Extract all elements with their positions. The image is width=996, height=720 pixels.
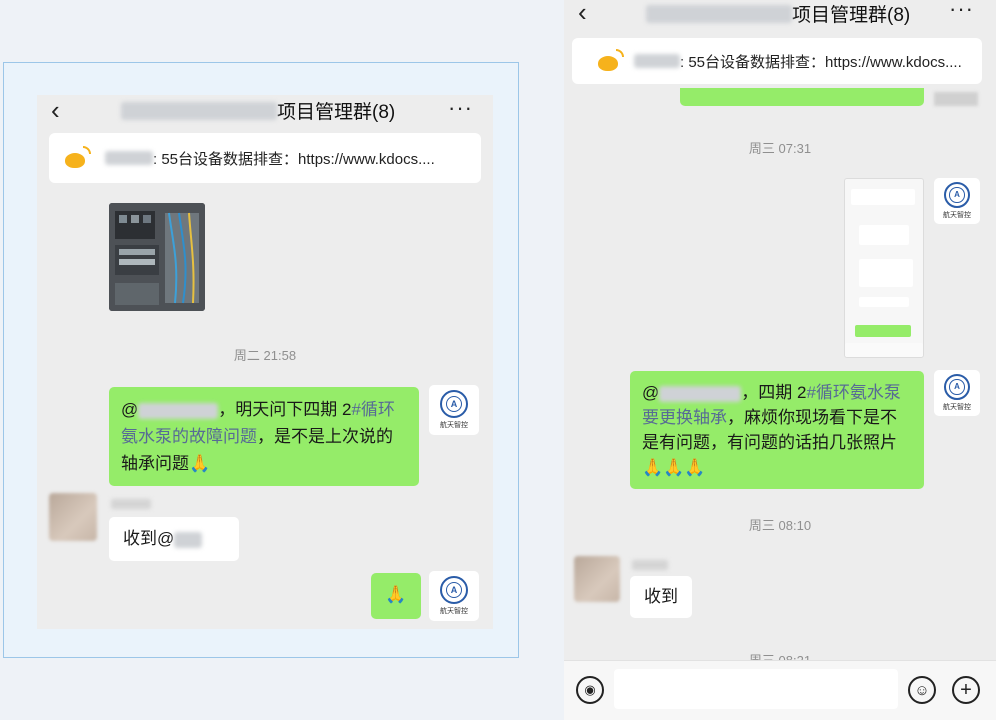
blurred-mention [659,385,742,402]
pray-emoji: 🙏 [385,585,407,604]
company-avatar[interactable]: A 航天智控 [429,571,479,621]
group-title: 项目管理群(8) [646,0,910,27]
message-input[interactable] [614,669,898,709]
blurred-sender [634,54,680,68]
pray-emoji: 🙏 [189,454,211,473]
message-composer: ◉ ☺ + [564,660,996,720]
company-logo-icon: A [440,390,468,418]
company-logo-icon: A [440,576,468,604]
company-logo-icon: A [944,374,970,400]
right-chat-screen: ‹ 项目管理群(8) ··· : 55台设备数据排查：https://www.k… [564,0,996,720]
message-text: ，明天问下四期 2 [218,400,352,419]
group-title-text: 项目管理群(8) [277,102,396,123]
blurred-group-name [121,101,277,120]
left-chat-screen: ‹ 项目管理群(8) ··· : 55台设备数据排查：https://www.k… [37,95,493,629]
user-avatar[interactable] [574,556,620,602]
timestamp: 周三 08:10 [748,518,812,533]
company-avatar[interactable]: A 航天智控 [934,178,980,224]
pinned-message[interactable]: : 55台设备数据排查：https://www.kdocs.... [572,38,982,84]
plus-icon[interactable]: + [952,676,980,704]
timestamp-partial: 周三 08:21 [564,650,996,660]
outgoing-message-partial[interactable] [680,88,924,106]
voice-input-icon[interactable]: ◉ [576,676,604,704]
more-icon[interactable]: ··· [949,0,974,22]
incoming-message[interactable]: 收到@ [109,517,239,561]
back-icon[interactable]: ‹ [51,95,60,125]
timestamp: 周二 21:58 [233,348,297,363]
timestamp: 周三 07:31 [748,141,812,156]
left-screenshot-frame: ‹ 项目管理群(8) ··· : 55台设备数据排查：https://www.k… [3,62,519,658]
company-avatar[interactable]: A 航天智控 [429,385,479,435]
outgoing-message[interactable]: @ ，明天问下四期 2#循环氨水泵的故障问题，是不是上次说的轴承问题🙏 [109,387,419,486]
user-avatar[interactable] [49,493,97,541]
group-title: 项目管理群(8) [121,97,395,124]
pinned-message[interactable]: : 55台设备数据排查：https://www.kdocs.... [49,133,481,183]
more-icon[interactable]: ··· [448,95,473,121]
equipment-photo[interactable] [109,203,205,311]
message-text: ，四期 2 [741,383,807,402]
logo-label: 航天智控 [943,404,971,411]
incoming-message[interactable]: 收到 [630,576,692,618]
chat-header: ‹ 项目管理群(8) ··· [37,95,493,129]
mention-prefix: @ [121,400,139,419]
blurred-group-name [646,4,792,23]
avatar-partial [934,92,978,106]
company-logo-icon: A [944,182,970,208]
message-text: 收到 [644,587,678,606]
blurred-mention [174,531,203,548]
logo-label: 航天智控 [943,212,971,219]
lightbulb-icon [596,48,624,74]
logo-label: 航天智控 [440,608,468,615]
logo-label: 航天智控 [440,422,468,429]
sender-name [632,560,668,570]
lightbulb-icon [63,145,91,171]
blurred-sender [105,151,153,165]
company-avatar[interactable]: A 航天智控 [934,370,980,416]
screenshot-thumbnail[interactable] [844,178,924,358]
sender-name [111,499,151,509]
blurred-mention [138,402,219,419]
mention-prefix: @ [642,383,660,402]
emoji-icon[interactable]: ☺ [908,676,936,704]
outgoing-message[interactable]: 🙏 [371,573,421,619]
back-icon[interactable]: ‹ [578,0,587,25]
pray-emoji: 🙏🙏🙏 [642,458,706,477]
message-text: 收到@ [123,529,175,548]
pinned-text: : 55台设备数据排查：https://www.kdocs.... [680,53,962,71]
group-title-text: 项目管理群(8) [792,5,911,26]
pinned-text: : 55台设备数据排查：https://www.kdocs.... [153,150,435,168]
chat-header: ‹ 项目管理群(8) ··· : 55台设备数据排查：https://www.k… [564,0,996,88]
outgoing-message[interactable]: @ ，四期 2#循环氨水泵要更换轴承，麻烦你现场看下是不是有问题，有问题的话拍几张… [630,371,924,489]
